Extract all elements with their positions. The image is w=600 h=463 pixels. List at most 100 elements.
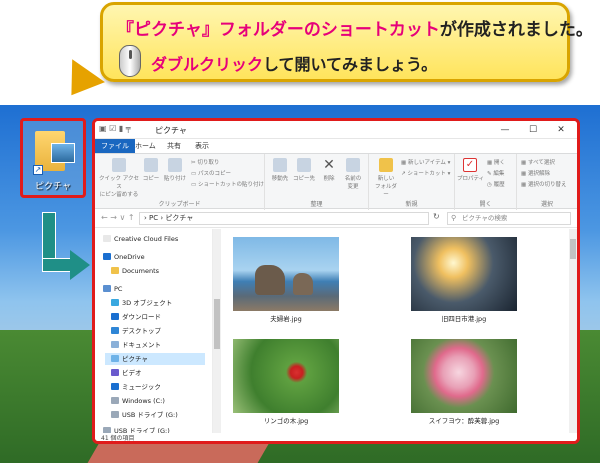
desktop-icon-label: ピクチャ [35, 182, 71, 192]
file-thumbnail-cotton-rose[interactable] [411, 339, 517, 413]
minimize-button[interactable]: — [491, 123, 519, 137]
pictures-icon [111, 355, 119, 362]
new-group: 新しい フォルダー ▦ 新しいアイテム ▾ ↗ ショートカット ▾ 新規 [369, 154, 455, 210]
nav-item-music[interactable]: ミュージック [111, 381, 161, 393]
navigation-scrollbar[interactable] [213, 229, 221, 433]
select-none-label: 選択解除 [527, 171, 550, 177]
nav-item-creative-cloud[interactable]: Creative Cloud Files [103, 233, 178, 245]
nav-item-desktop[interactable]: デスクトップ [111, 325, 161, 337]
close-button[interactable]: ✕ [547, 123, 575, 137]
content-scrollbar[interactable] [569, 229, 577, 433]
file-thumbnail-old-port[interactable] [411, 237, 517, 311]
nav-item-downloads[interactable]: ダウンロード [111, 311, 161, 323]
rename-button[interactable]: 名前の 変更 [341, 158, 365, 190]
pin-quick-access-button[interactable]: クイック アクセス にピン留めする [99, 158, 139, 198]
copy-to-button[interactable]: コピー先 [293, 158, 315, 182]
nav-item-pc[interactable]: PC [103, 283, 122, 295]
pin-label: クイック アクセス にピン留めする [99, 176, 139, 198]
file-label[interactable]: 旧四日市港.jpg [404, 313, 524, 323]
paste-button[interactable]: 貼り付け [163, 158, 187, 182]
quick-access-toolbar[interactable]: ▣ ☑ ▮ ╤ [99, 124, 131, 133]
ribbon-tabs: ファイル ホーム 共有 表示 [95, 139, 577, 153]
pictures-shortcut-icon[interactable]: ↗ ピクチャ [20, 118, 86, 198]
nav-item-documents-jp[interactable]: ドキュメント [111, 339, 161, 351]
search-icon: ⚲ [451, 214, 457, 222]
new-item-button[interactable]: ▦ 新しいアイテム ▾ [401, 158, 450, 166]
title-bar: ▣ ☑ ▮ ╤ ピクチャ — ☐ ✕ [95, 121, 577, 139]
new-folder-label: 新しい フォルダー [374, 176, 397, 198]
folder-icon [111, 267, 119, 274]
nav-item-videos[interactable]: ビデオ [111, 367, 142, 379]
status-bar: 41 個の項目 [95, 433, 577, 441]
tab-home[interactable]: ホーム [129, 139, 162, 153]
nav-label: ドキュメント [122, 341, 161, 349]
delete-button[interactable]: ✕ 削除 [319, 158, 339, 182]
check-icon: ✓ [463, 158, 477, 172]
nav-label: USB ドライブ (G:) [122, 411, 178, 419]
open-group-label: 開く [479, 201, 492, 208]
paste-shortcut-label: ショートカットの貼り付け [197, 182, 264, 188]
desktop-icon [111, 327, 119, 334]
nav-item-documents[interactable]: Documents [111, 265, 159, 277]
breadcrumb[interactable]: › PC › ピクチャ [139, 212, 429, 225]
copy-path-button[interactable]: ▭ パスのコピー [191, 169, 231, 177]
photo-icon [51, 143, 75, 163]
properties-button[interactable]: ✓ プロパティ [457, 158, 484, 182]
search-input[interactable]: ピクチャの検索 [447, 212, 571, 225]
select-group-label: 選択 [540, 201, 553, 208]
copy-icon [144, 158, 158, 172]
paste-shortcut-button[interactable]: ▭ ショートカットの貼り付け [191, 180, 264, 188]
rename-label: 名前の 変更 [344, 176, 362, 190]
nav-item-onedrive[interactable]: OneDrive [103, 251, 145, 263]
new-item-label: 新しいアイテム [407, 160, 446, 166]
new-folder-button[interactable]: 新しい フォルダー [373, 158, 399, 198]
explorer-window: ▣ ☑ ▮ ╤ ピクチャ — ☐ ✕ ファイル ホーム 共有 表示 クイック ア… [92, 118, 580, 444]
drive-icon [111, 397, 119, 404]
nav-item-windows-c[interactable]: Windows (C:) [111, 395, 165, 407]
address-bar: ← → ∨ ↑ › PC › ピクチャ ↻ ピクチャの検索 ⚲ [95, 210, 577, 228]
copy-to-label: コピー先 [293, 176, 316, 182]
open-group: ✓ プロパティ ▦ 開く ✎ 編集 ◷ 履歴 開く [455, 154, 517, 210]
history-button[interactable]: ◷ 履歴 [487, 180, 505, 188]
edit-label: 編集 [493, 171, 505, 177]
edit-button[interactable]: ✎ 編集 [487, 169, 504, 177]
shortcut-button[interactable]: ↗ ショートカット ▾ [401, 169, 450, 177]
clipboard-group: クイック アクセス にピン留めする コピー 貼り付け ✂ 切り取り ▭ パスのコ… [95, 154, 265, 210]
select-all-button[interactable]: ▦ すべて選択 [521, 158, 555, 166]
select-none-button[interactable]: ▦ 選択解除 [521, 169, 550, 177]
copy-button[interactable]: コピー [141, 158, 161, 182]
refresh-icon[interactable]: ↻ [433, 212, 447, 225]
invert-selection-button[interactable]: ▦ 選択の切り替え [521, 180, 566, 188]
copy-path-label: パスのコピー [197, 171, 231, 177]
tab-view[interactable]: 表示 [189, 139, 215, 153]
open-button[interactable]: ▦ 開く [487, 158, 505, 166]
file-label[interactable]: スイフヨウ：酔芙蓉.jpg [404, 415, 524, 425]
file-label[interactable]: 夫婦岩.jpg [226, 313, 346, 323]
nav-label: ダウンロード [122, 313, 161, 321]
cloud-icon [103, 253, 111, 260]
callout-open-text: して開いてみましょう。 [263, 55, 438, 74]
navigation-arrows[interactable]: ← → ∨ ↑ [101, 213, 135, 222]
invert-label: 選択の切り替え [527, 182, 567, 188]
nav-item-3d-objects[interactable]: 3D オブジェクト [111, 297, 172, 309]
nav-item-pictures[interactable]: ピクチャ [105, 353, 205, 365]
file-label[interactable]: リンゴの木.jpg [226, 415, 346, 425]
music-icon [111, 383, 119, 390]
content-scroll-thumb[interactable] [570, 239, 576, 259]
tab-share[interactable]: 共有 [161, 139, 187, 153]
ribbon: クイック アクセス にピン留めする コピー 貼り付け ✂ 切り取り ▭ パスのコ… [95, 153, 577, 210]
cube-icon [111, 299, 119, 306]
move-to-button[interactable]: 移動先 [269, 158, 291, 182]
file-thumbnail-meoto-iwa[interactable] [233, 237, 339, 311]
search-placeholder: ピクチャの検索 [462, 214, 508, 222]
delete-icon: ✕ [323, 157, 335, 173]
file-thumbnail-apple-tree[interactable] [233, 339, 339, 413]
new-group-label: 新規 [405, 201, 418, 208]
callout-bracket-open: 『 [117, 20, 134, 40]
callout-line2: ダブルクリックして開いてみましょう。 [151, 51, 437, 75]
cut-button[interactable]: ✂ 切り取り [191, 158, 219, 166]
shortcut-arrow-icon: ↗ [33, 165, 43, 175]
maximize-button[interactable]: ☐ [519, 123, 547, 137]
navigation-scroll-thumb[interactable] [214, 299, 220, 349]
nav-item-usb-g[interactable]: USB ドライブ (G:) [111, 409, 178, 421]
